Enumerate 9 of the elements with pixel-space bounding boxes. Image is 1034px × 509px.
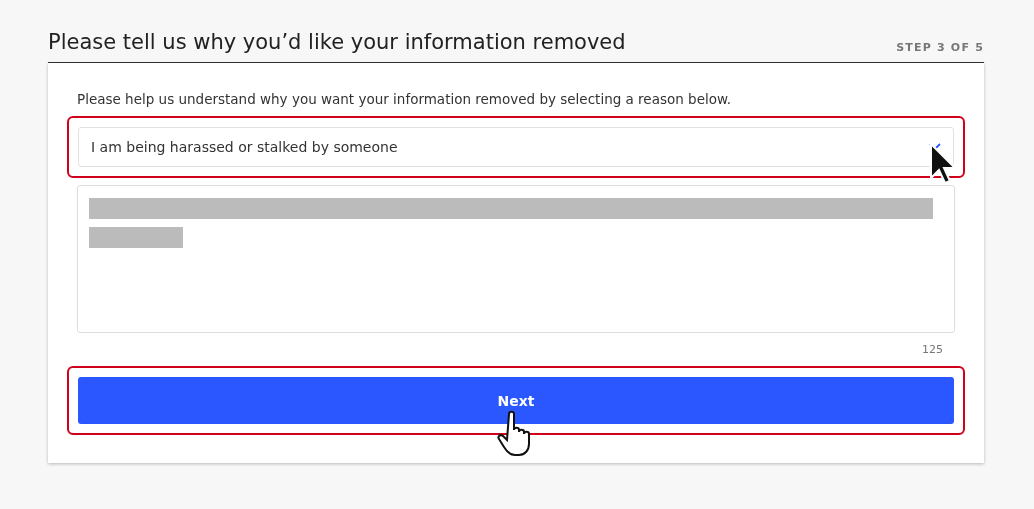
next-button[interactable]: Next: [78, 377, 954, 424]
page-title: Please tell us why you’d like your information removed: [48, 30, 626, 54]
reason-select[interactable]: I am being harassed or stalked by someone: [78, 127, 954, 167]
select-value: I am being harassed or stalked by someone: [91, 139, 398, 155]
pointer-cursor-icon: [929, 142, 957, 184]
character-counter: 125: [921, 342, 944, 358]
intro-text: Please help us understand why you want your information removed by selecting a reason below.: [77, 91, 733, 107]
details-textarea[interactable]: [77, 185, 955, 333]
step-indicator: STEP 3 OF 5: [896, 41, 984, 54]
